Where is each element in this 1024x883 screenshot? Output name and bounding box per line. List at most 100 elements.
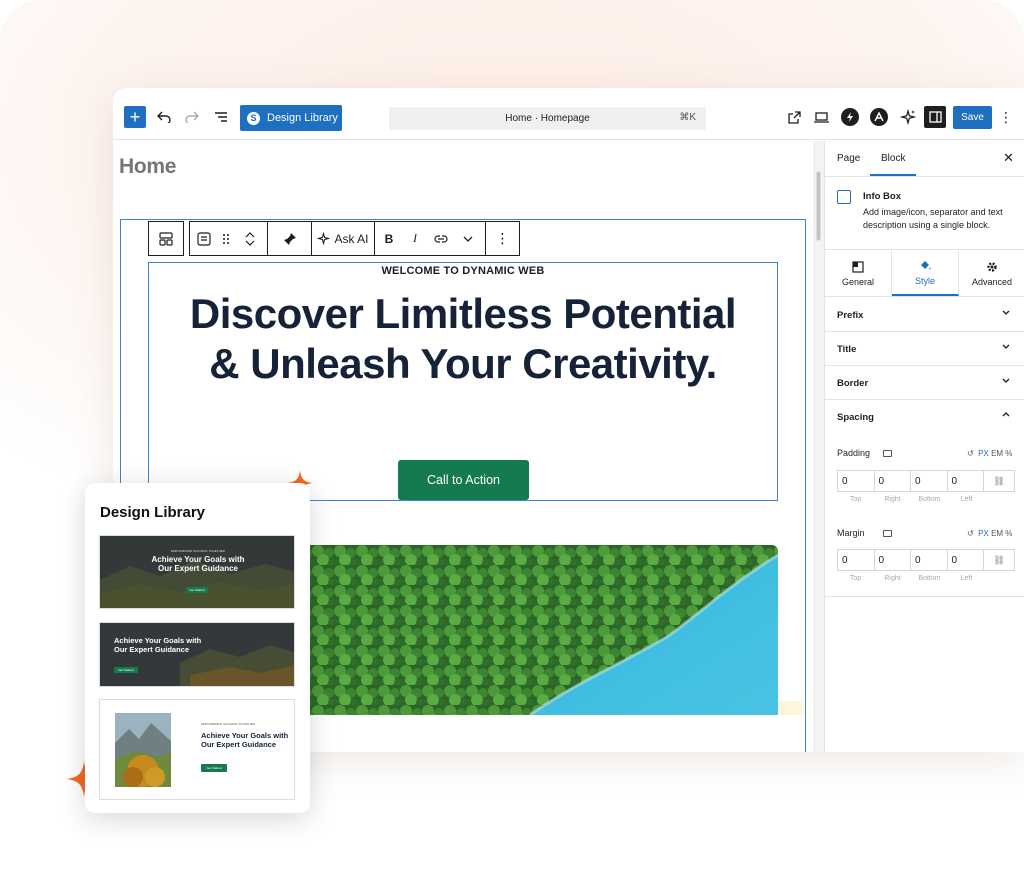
unit-percent[interactable]: % <box>1005 449 1012 458</box>
side-label-top: Top <box>849 496 862 503</box>
responsive-desktop-icon[interactable] <box>883 530 892 537</box>
spectra-plugin-icon[interactable] <box>841 108 859 126</box>
canvas-edge-highlight <box>778 701 804 715</box>
ai-sparkle-icon[interactable] <box>897 106 919 128</box>
template-thumbnail-2[interactable]: Achieve Your Goals with Our Expert Guida… <box>99 622 295 687</box>
link-values-icon[interactable]: ⛓ <box>984 550 1014 570</box>
options-menu-icon[interactable]: ⋮ <box>999 106 1013 128</box>
padding-left-input[interactable]: 0 <box>948 471 984 491</box>
italic-button[interactable]: I <box>403 222 427 255</box>
link-values-icon[interactable]: ⛓ <box>984 471 1014 491</box>
device-preview-icon[interactable] <box>810 106 832 128</box>
padding-units: ↺ PX EM % <box>967 449 1012 458</box>
reset-icon[interactable]: ↺ <box>967 529 974 538</box>
side-label-bottom: Bottom <box>918 575 941 582</box>
info-box-headline[interactable]: Discover Limitless Potential & Unleash Y… <box>188 289 738 389</box>
tab-block[interactable]: Block <box>881 153 905 164</box>
template-eyebrow: EMPOWERING SUCCESS TOGETHER <box>171 549 225 553</box>
design-library-button[interactable]: S Design Library <box>240 105 342 131</box>
template-thumbnail-3[interactable]: EMPOWERING SUCCESS TOGETHER Achieve Your… <box>99 699 295 800</box>
unit-px[interactable]: PX <box>978 449 989 458</box>
canvas-scrollbar[interactable] <box>813 141 824 752</box>
margin-bottom-input[interactable]: 0 <box>911 550 948 570</box>
page-title[interactable]: Home <box>119 155 176 179</box>
undo-icon[interactable] <box>153 106 175 128</box>
chevron-up-icon <box>1002 412 1010 417</box>
tab-general[interactable]: General <box>825 251 892 296</box>
unit-em[interactable]: EM <box>991 529 1003 538</box>
margin-label: Margin <box>837 528 865 538</box>
astra-plugin-icon[interactable] <box>870 108 888 126</box>
gear-icon <box>987 261 997 272</box>
padding-top-input[interactable]: 0 <box>838 471 875 491</box>
block-options-kebab-icon[interactable]: ⋮ <box>485 221 520 256</box>
ask-ai-button[interactable]: Ask AI <box>311 221 375 256</box>
margin-left-input[interactable]: 0 <box>948 550 984 570</box>
redo-icon[interactable] <box>181 106 203 128</box>
unit-percent[interactable]: % <box>1005 529 1012 538</box>
template-button: Get Started <box>186 587 208 593</box>
section-prefix[interactable]: Prefix <box>825 298 1024 332</box>
design-library-card-title: Design Library <box>100 504 206 521</box>
padding-bottom-input[interactable]: 0 <box>911 471 948 491</box>
padding-right-input[interactable]: 0 <box>875 471 911 491</box>
info-box-eyebrow[interactable]: WELCOME TO DYNAMIC WEB <box>148 265 778 277</box>
add-block-button[interactable]: + <box>124 106 146 128</box>
design-library-logo-icon: S <box>247 111 260 125</box>
tab-page[interactable]: Page <box>837 153 860 164</box>
template-button: Get Started <box>114 667 138 673</box>
margin-right-input[interactable]: 0 <box>875 550 911 570</box>
general-icon <box>852 260 864 273</box>
call-to-action-button[interactable]: Call to Action <box>398 460 529 500</box>
template-thumbnail-1[interactable]: EMPOWERING SUCCESS TOGETHER Achieve Your… <box>99 535 295 609</box>
tab-advanced-label: Advanced <box>971 276 1013 287</box>
block-settings-panel: Page Block ✕ Info Box Add image/icon, se… <box>824 141 1024 752</box>
select-parent-button[interactable] <box>148 221 184 256</box>
pin-button[interactable] <box>267 221 312 256</box>
padding-side-labels: Top Right Bottom Left <box>837 496 985 503</box>
chevron-down-icon <box>1002 344 1010 349</box>
info-box-block-icon[interactable] <box>190 222 218 255</box>
section-title[interactable]: Title <box>825 332 1024 366</box>
block-card: Info Box Add image/icon, separator and t… <box>825 178 1024 250</box>
section-border[interactable]: Border <box>825 366 1024 400</box>
reset-icon[interactable]: ↺ <box>967 449 974 458</box>
document-overview-icon[interactable] <box>210 106 232 128</box>
formatting-group: B I <box>374 221 486 256</box>
responsive-desktop-icon[interactable] <box>883 450 892 457</box>
margin-units: ↺ PX EM % <box>967 529 1012 538</box>
margin-top-input[interactable]: 0 <box>838 550 875 570</box>
tab-advanced[interactable]: Advanced <box>959 251 1024 296</box>
scrollbar-thumb[interactable] <box>816 171 821 241</box>
move-up-down-icon[interactable] <box>233 222 267 255</box>
drag-handle-icon[interactable] <box>218 222 234 255</box>
bold-button[interactable]: B <box>375 222 403 255</box>
side-label-left: Left <box>960 575 973 582</box>
more-formatting-chevron-icon[interactable] <box>455 222 481 255</box>
settings-panel-toggle[interactable] <box>924 106 946 128</box>
side-label-bottom: Bottom <box>918 496 941 503</box>
margin-side-labels: Top Right Bottom Left <box>837 575 985 582</box>
command-palette-bar[interactable]: Home · Homepage ⌘K <box>389 107 706 130</box>
template-headline: Achieve Your Goals with Our Expert Guida… <box>201 731 289 749</box>
unit-px[interactable]: PX <box>978 529 989 538</box>
save-button[interactable]: Save <box>953 106 992 129</box>
design-library-card: Design Library EMPOWERING SUCCESS TOGETH… <box>85 483 310 813</box>
editor-topbar: + S Design Library Home · Homepage ⌘K Sa… <box>113 88 1024 140</box>
unit-em[interactable]: EM <box>991 449 1003 458</box>
settings-tabs: Page Block ✕ <box>825 141 1024 177</box>
chevron-down-icon <box>1002 310 1010 315</box>
close-icon[interactable]: ✕ <box>1003 150 1014 166</box>
side-label-right: Right <box>884 575 901 582</box>
section-spacing-label[interactable]: Spacing <box>837 412 874 423</box>
link-icon[interactable] <box>427 222 455 255</box>
margin-inputs: 0 0 0 0 ⛓ <box>837 549 1015 571</box>
block-toolbar: Ask AI B I ⋮ <box>148 221 523 256</box>
block-move-group <box>189 221 268 256</box>
section-title-label: Title <box>837 344 857 355</box>
view-external-icon[interactable] <box>783 106 805 128</box>
tab-style[interactable]: Style <box>892 251 959 296</box>
padding-inputs: 0 0 0 0 ⛓ <box>837 470 1015 492</box>
aerial-forest-lake-image <box>290 545 778 715</box>
command-shortcut: ⌘K <box>679 112 696 123</box>
